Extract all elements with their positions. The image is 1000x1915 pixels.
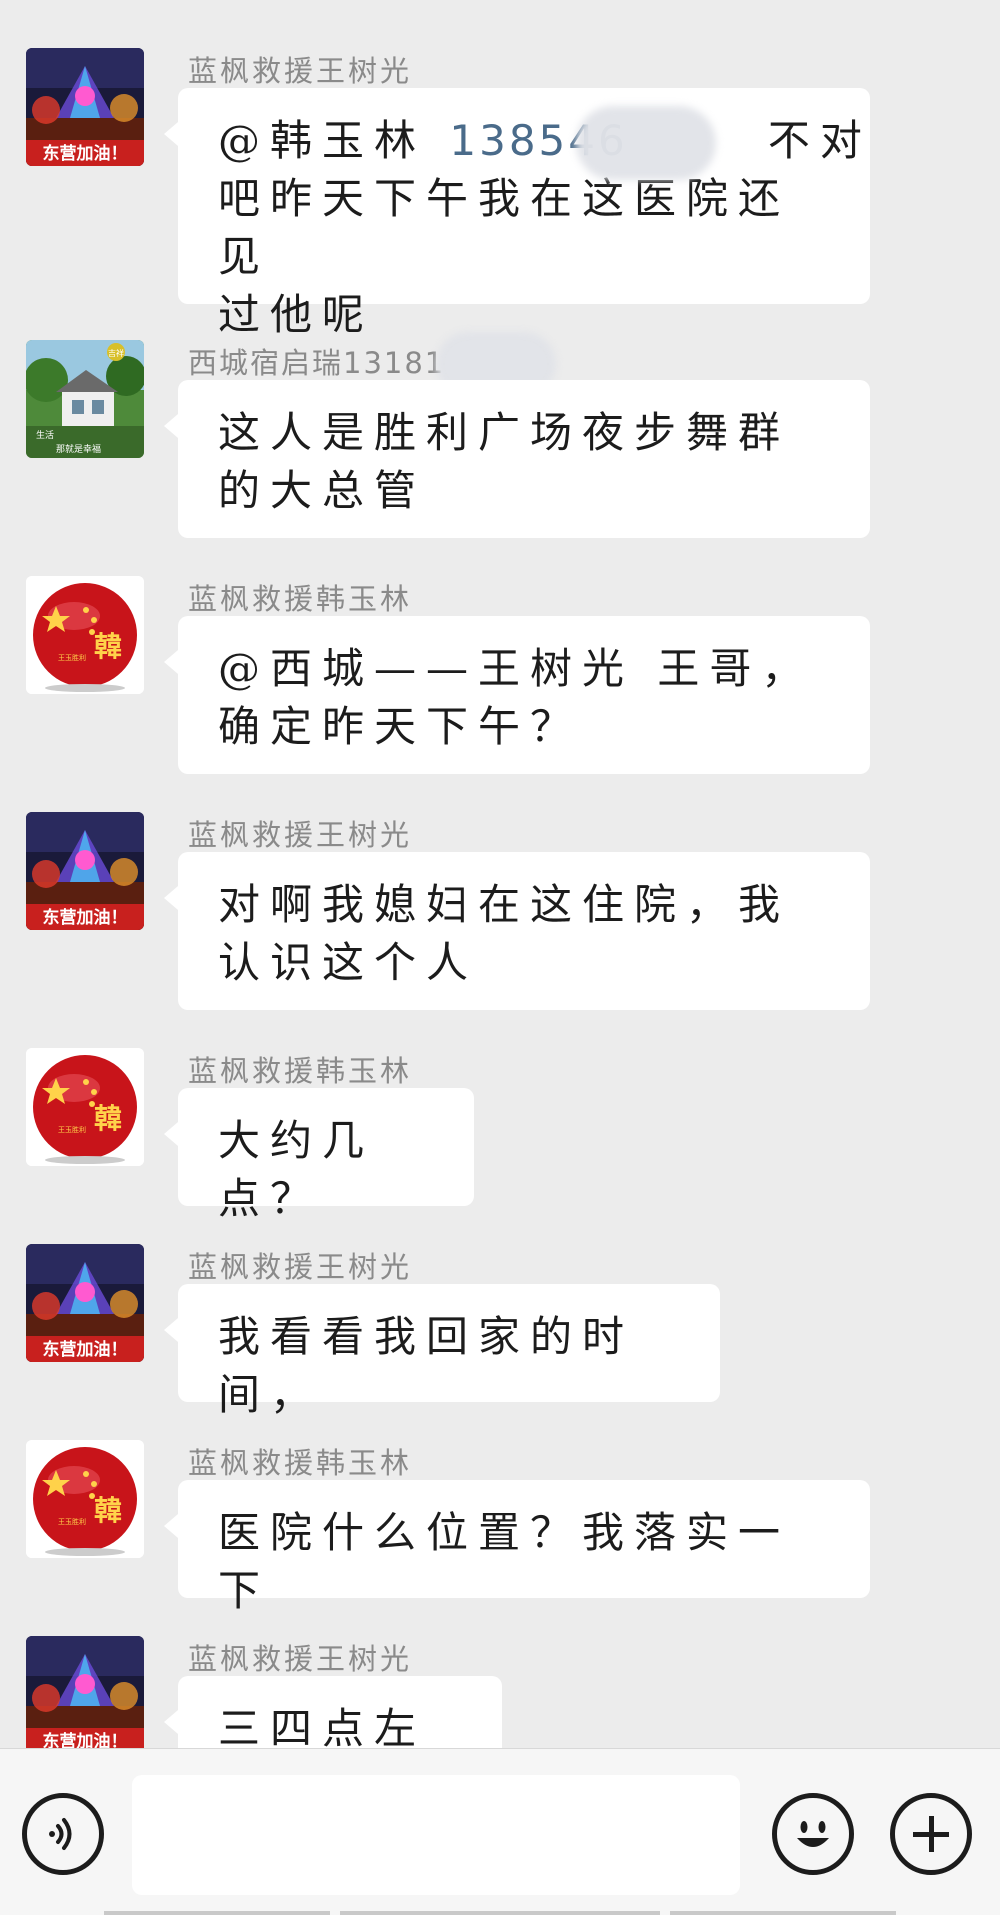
voice-icon[interactable] xyxy=(22,1793,104,1875)
message-text: @西城——王树光 王哥，确定昨天下午？ xyxy=(218,644,814,751)
message-bubble[interactable]: @西城——王树光 王哥，确定昨天下午？ xyxy=(164,616,870,774)
svg-text:东营加油！: 东营加油！ xyxy=(43,1339,128,1359)
svg-text:韓: 韓 xyxy=(94,1494,122,1527)
svg-text:王玉胜利: 王玉胜利 xyxy=(58,1517,86,1526)
svg-text:那就是幸福: 那就是幸福 xyxy=(56,443,101,455)
sender-avatar[interactable]: 东营加油！ xyxy=(26,48,144,166)
plus-icon[interactable] xyxy=(890,1793,972,1875)
message-text: 三四点左右 xyxy=(218,1704,427,1748)
svg-text:韓: 韓 xyxy=(94,630,122,663)
sender-avatar[interactable]: 东营加油！ xyxy=(26,1636,144,1748)
svg-text:韓: 韓 xyxy=(94,1102,122,1135)
message-text: 我看看我回家的时间， xyxy=(218,1312,635,1419)
chat-input-bar xyxy=(0,1748,1000,1915)
svg-text:东营加油！: 东营加油！ xyxy=(43,1731,128,1748)
message-text: 对啊我媳妇在这住院，我认识这个人 xyxy=(218,880,791,987)
sender-name: 蓝枫救援王树光 xyxy=(188,1642,413,1676)
svg-text:王玉胜利: 王玉胜利 xyxy=(58,653,86,662)
privacy-blur xyxy=(576,106,716,180)
sender-name: 蓝枫救援韩玉林 xyxy=(188,582,413,616)
avatar-banner-text: 东营加油！ xyxy=(43,143,128,163)
message-text: 吧昨天下午我在这医院还见 xyxy=(218,174,791,281)
svg-text:东营加油！: 东营加油！ xyxy=(43,907,128,927)
message-bubble[interactable]: 大约几点？ xyxy=(164,1088,474,1223)
sender-avatar[interactable]: 东营加油！ xyxy=(26,1244,144,1362)
sender-avatar[interactable]: 韓 王玉胜利 xyxy=(26,1440,144,1558)
message-text: 大约几点？ xyxy=(218,1116,375,1223)
sender-name: 蓝枫救援韩玉林 xyxy=(188,1054,413,1088)
message-bubble[interactable]: 我看看我回家的时间， xyxy=(164,1284,720,1419)
sender-name: 西城宿启瑞13181 xyxy=(188,346,446,380)
mention-text[interactable]: @韩玉林 xyxy=(218,116,426,165)
message-bubble[interactable]: 三四点左右 xyxy=(164,1676,502,1748)
sender-avatar[interactable]: 吉祥 生活 那就是幸福 xyxy=(26,340,144,458)
chat-message-list[interactable]: 东营加油！ 蓝枫救援王树光 @韩玉林 138546 不对 吧昨天下午我在这医院还… xyxy=(0,0,1000,1748)
message-text: 不对 xyxy=(767,116,872,165)
bottom-edge xyxy=(670,1911,896,1915)
message-bubble[interactable]: 医院什么位置？我落实一下 xyxy=(164,1480,870,1615)
message-input[interactable] xyxy=(132,1775,740,1895)
sender-avatar[interactable]: 韓 王玉胜利 xyxy=(26,576,144,694)
bottom-edge xyxy=(104,1911,330,1915)
message-text: 医院什么位置？我落实一下 xyxy=(218,1508,791,1615)
message-text: 这人是胜利广场夜步舞群的大总管 xyxy=(218,408,791,515)
message-bubble[interactable]: @韩玉林 138546 不对 吧昨天下午我在这医院还见 过他呢 xyxy=(164,88,872,339)
svg-text:吉祥: 吉祥 xyxy=(108,348,124,358)
sender-name: 蓝枫救援王树光 xyxy=(188,1250,413,1284)
svg-text:王玉胜利: 王玉胜利 xyxy=(58,1125,86,1134)
message-bubble[interactable]: 对啊我媳妇在这住院，我认识这个人 xyxy=(164,852,870,1010)
message-bubble[interactable]: 这人是胜利广场夜步舞群的大总管 xyxy=(164,380,870,538)
sender-name: 蓝枫救援韩玉林 xyxy=(188,1446,413,1480)
sender-avatar[interactable]: 东营加油！ xyxy=(26,812,144,930)
svg-text:生活: 生活 xyxy=(36,429,54,441)
sender-avatar[interactable]: 韓 王玉胜利 xyxy=(26,1048,144,1166)
bottom-edge xyxy=(340,1911,660,1915)
sender-name: 蓝枫救援王树光 xyxy=(188,818,413,852)
sender-name: 蓝枫救援王树光 xyxy=(188,54,413,88)
emoji-icon[interactable] xyxy=(772,1793,854,1875)
